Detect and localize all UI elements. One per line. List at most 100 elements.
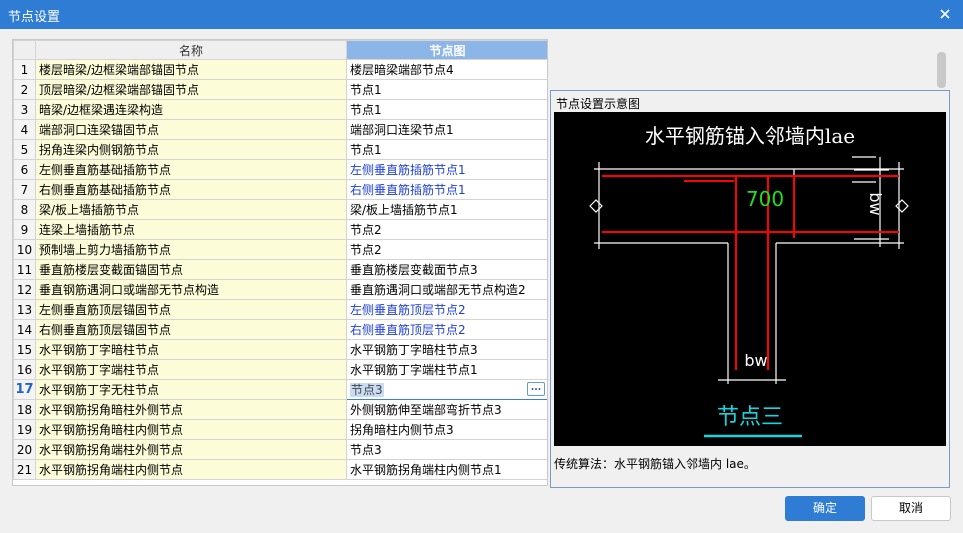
row-number[interactable]: 8	[13, 199, 36, 220]
node-diagram-cell[interactable]: 节点2	[346, 239, 547, 260]
table-row[interactable]: 2 顶层暗梁/边框梁端部锚固节点 节点1	[13, 79, 547, 100]
node-diagram-cell[interactable]: 外侧钢筋伸至端部弯折节点3	[346, 399, 547, 420]
table-row[interactable]: 4 端部洞口连梁锚固节点 端部洞口连梁节点1	[13, 119, 547, 140]
node-diagram-value[interactable]: 节点3	[350, 383, 384, 397]
table-row[interactable]: 5 拐角连梁内侧钢筋节点 节点1	[13, 139, 547, 160]
node-name-cell: 顶层暗梁/边框梁端部锚固节点	[35, 79, 347, 100]
node-diagram-cell[interactable]: 水平钢筋丁字暗柱节点3	[346, 339, 547, 360]
node-diagram-cell[interactable]: 水平钢筋丁字端柱节点1	[346, 359, 547, 380]
node-diagram-cell[interactable]: 水平钢筋拐角端柱内侧节点1	[346, 459, 547, 480]
diagram-title: 水平钢筋锚入邻墙内lae	[645, 124, 855, 148]
node-diagram-cell[interactable]: 节点1	[346, 139, 547, 160]
row-number[interactable]: 7	[13, 179, 36, 200]
table-row[interactable]: 8 梁/板上墙插筋节点 梁/板上墙插筋节点1	[13, 199, 547, 220]
row-number[interactable]: 20	[13, 439, 36, 460]
row-number[interactable]: 5	[13, 139, 36, 160]
node-name-cell: 连梁上墙插筋节点	[35, 219, 347, 240]
node-diagram-cell[interactable]: 节点3	[346, 439, 547, 460]
node-name-cell: 水平钢筋拐角端柱外侧节点	[35, 439, 347, 460]
dimension-bw-bottom: bw	[744, 351, 767, 370]
node-diagram: 水平钢筋锚入邻墙内lae 700 bw bw 节点三	[554, 112, 946, 446]
row-number[interactable]: 14	[13, 319, 36, 340]
node-name-cell: 水平钢筋丁字无柱节点	[35, 379, 347, 400]
node-name-cell: 垂直筋楼层变截面锚固节点	[35, 259, 347, 280]
table-row[interactable]: 14 右侧垂直筋顶层锚固节点 右侧垂直筋顶层节点2	[13, 319, 547, 340]
table-row[interactable]: 1 楼层暗梁/边框梁端部锚固节点 楼层暗梁端部节点4	[13, 59, 547, 80]
table-row[interactable]: 12 垂直钢筋遇洞口或端部无节点构造 垂直筋遇洞口或端部无节点构造2	[13, 279, 547, 300]
row-number[interactable]: 18	[13, 399, 36, 420]
node-preview-panel: 节点设置示意图 水平钢筋锚入邻墙内lae 700 bw bw 节点三 传统算法：…	[550, 90, 950, 488]
node-diagram-cell[interactable]: 节点1	[346, 79, 547, 100]
node-name-cell: 水平钢筋拐角暗柱内侧节点	[35, 419, 347, 440]
row-number[interactable]: 19	[13, 419, 36, 440]
node-diagram-cell[interactable]: 端部洞口连梁节点1	[346, 119, 547, 140]
grid-body: 1 楼层暗梁/边框梁端部锚固节点 楼层暗梁端部节点4 2 顶层暗梁/边框梁端部锚固节点节…	[13, 59, 547, 480]
table-row[interactable]: 3 暗梁/边框梁遇连梁构造 节点1	[13, 99, 547, 120]
node-diagram-cell[interactable]: 右侧垂直筋顶层节点2	[346, 319, 547, 340]
node-name-cell: 左侧垂直筋顶层锚固节点	[35, 299, 347, 320]
node-name-cell: 水平钢筋丁字端柱节点	[35, 359, 347, 380]
node-name-cell: 右侧垂直筋顶层锚固节点	[35, 319, 347, 340]
row-number[interactable]: 11	[13, 259, 36, 280]
name-column-header[interactable]: 名称	[35, 40, 347, 60]
row-number[interactable]: 21	[13, 459, 36, 480]
dimension-bw-right: bw	[866, 192, 885, 215]
window-title: 节点设置	[8, 10, 61, 25]
node-diagram-cell[interactable]: 右侧垂直筋插筋节点1	[346, 179, 547, 200]
table-row[interactable]: 13 左侧垂直筋顶层锚固节点 左侧垂直筋顶层节点2	[13, 299, 547, 320]
table-row[interactable]: 16 水平钢筋丁字端柱节点 水平钢筋丁字端柱节点1	[13, 359, 547, 380]
node-name-cell: 左侧垂直筋基础插筋节点	[35, 159, 347, 180]
node-name-cell: 水平钢筋丁字暗柱节点	[35, 339, 347, 360]
node-diagram-cell[interactable]: 垂直筋楼层变截面节点3	[346, 259, 547, 280]
node-diagram-cell[interactable]: 楼层暗梁端部节点4	[346, 59, 547, 80]
node-name-cell: 梁/板上墙插筋节点	[35, 199, 347, 220]
table-row[interactable]: 21 水平钢筋拐角端柱内侧节点 水平钢筋拐角端柱内侧节点1	[13, 459, 547, 480]
node-diagram-cell[interactable]: 拐角暗柱内侧节点3	[346, 419, 547, 440]
row-number[interactable]: 15	[13, 339, 36, 360]
table-row[interactable]: 15 水平钢筋丁字暗柱节点 水平钢筋丁字暗柱节点3	[13, 339, 547, 360]
title-bar: 节点设置	[0, 0, 963, 29]
node-name-cell: 楼层暗梁/边框梁端部锚固节点	[35, 59, 347, 80]
preview-description: 传统算法：水平钢筋锚入邻墙内 lae。	[554, 457, 756, 471]
node-diagram-cell[interactable]: 节点2	[346, 219, 547, 240]
ok-button[interactable]: 确定	[785, 496, 865, 521]
node-diagram-cell[interactable]: 梁/板上墙插筋节点1	[346, 199, 547, 220]
table-row[interactable]: 19 水平钢筋拐角暗柱内侧节点 拐角暗柱内侧节点3	[13, 419, 547, 440]
table-row[interactable]: 20 水平钢筋拐角端柱外侧节点 节点3	[13, 439, 547, 460]
row-number[interactable]: 3	[13, 99, 36, 120]
node-diagram-cell[interactable]: 节点1	[346, 99, 547, 120]
row-number[interactable]: 16	[13, 359, 36, 380]
node-diagram-cell[interactable]: 左侧垂直筋插筋节点1	[346, 159, 547, 180]
row-number[interactable]: 4	[13, 119, 36, 140]
node-name-cell: 垂直钢筋遇洞口或端部无节点构造	[35, 279, 347, 300]
row-number[interactable]: 13	[13, 299, 36, 320]
close-icon[interactable]	[935, 4, 955, 24]
node-name-cell: 端部洞口连梁锚固节点	[35, 119, 347, 140]
table-row[interactable]: 9 连梁上墙插筋节点 节点2	[13, 219, 547, 240]
node-diagram-cell[interactable]: 垂直筋遇洞口或端部无节点构造2	[346, 279, 547, 300]
cancel-button[interactable]: 取消	[871, 496, 951, 521]
dimension-value: 700	[746, 187, 784, 211]
row-number[interactable]: 9	[13, 219, 36, 240]
node-diagram-cell[interactable]: 左侧垂直筋顶层节点2	[346, 299, 547, 320]
row-number[interactable]: 12	[13, 279, 36, 300]
node-diagram-cell[interactable]: 节点3	[346, 379, 547, 400]
preview-caption: 节点设置示意图	[556, 97, 641, 111]
row-number[interactable]: 10	[13, 239, 36, 260]
table-row[interactable]: 7 右侧垂直筋基础插筋节点 右侧垂直筋插筋节点1	[13, 179, 547, 200]
ellipsis-icon[interactable]	[527, 382, 545, 396]
node-column-header[interactable]: 节点图	[346, 40, 547, 60]
table-row[interactable]: 18 水平钢筋拐角暗柱外侧节点 外侧钢筋伸至端部弯折节点3	[13, 399, 547, 420]
table-row[interactable]: 11 垂直筋楼层变截面锚固节点 垂直筋楼层变截面节点3	[13, 259, 547, 280]
node-name-cell: 水平钢筋拐角端柱内侧节点	[35, 459, 347, 480]
vertical-scrollbar[interactable]	[937, 52, 946, 88]
table-row[interactable]: 6 左侧垂直筋基础插筋节点 左侧垂直筋插筋节点1	[13, 159, 547, 180]
row-number[interactable]: 1	[13, 59, 36, 80]
table-row[interactable]: 10 预制墙上剪力墙插筋节点 节点2	[13, 239, 547, 260]
row-number[interactable]: 2	[13, 79, 36, 100]
table-row[interactable]: 17 水平钢筋丁字无柱节点 节点3	[13, 379, 547, 400]
node-name-cell: 暗梁/边框梁遇连梁构造	[35, 99, 347, 120]
row-number[interactable]: 6	[13, 159, 36, 180]
row-number[interactable]: 17	[13, 379, 36, 400]
node-settings-grid: 名称 节点图 1 楼层暗梁/边框梁端部锚固节点 楼层暗梁端部节点4 2 顶层暗梁/边框梁…	[12, 39, 548, 486]
